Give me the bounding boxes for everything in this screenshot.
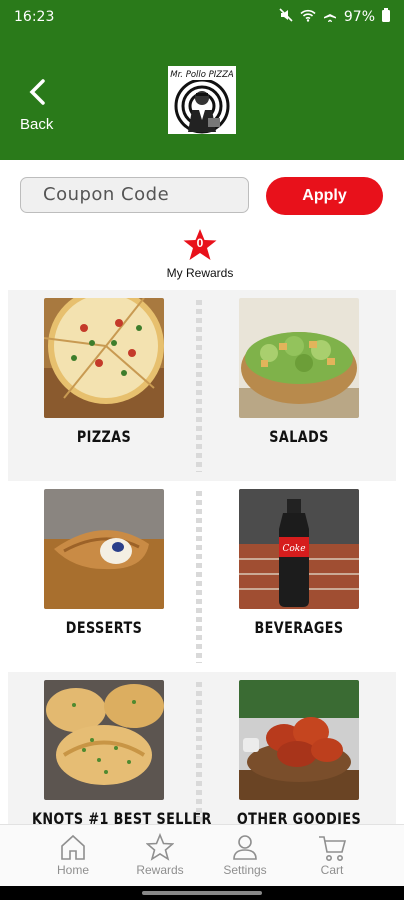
category-desserts[interactable]: DESSERTS bbox=[14, 481, 194, 637]
category-grid: PIZZAS SALADS DESSERTS Coke BEVERAGES KN… bbox=[8, 290, 396, 824]
svg-text:Coke: Coke bbox=[282, 544, 305, 554]
rewards-count: 0 bbox=[196, 236, 204, 250]
nav-settings-label: Settings bbox=[223, 863, 267, 877]
category-beverages[interactable]: Coke BEVERAGES bbox=[209, 481, 389, 637]
category-name: PIZZAS bbox=[76, 427, 132, 446]
knots-photo bbox=[44, 680, 164, 800]
mute-icon bbox=[279, 8, 293, 25]
airplane-icon bbox=[323, 8, 337, 25]
nav-settings[interactable]: Settings bbox=[205, 833, 285, 877]
status-icons: 97% bbox=[279, 8, 390, 25]
wifi-icon bbox=[300, 9, 316, 25]
status-bar: 16:23 97% bbox=[0, 0, 404, 34]
category-salads[interactable]: SALADS bbox=[209, 290, 389, 446]
category-pizzas[interactable]: PIZZAS bbox=[14, 290, 194, 446]
app-header: Back Mr. Pollo PIZZA bbox=[0, 34, 404, 160]
bottom-navigation: Home Rewards Settings Cart bbox=[0, 824, 404, 887]
category-name: KNOTS #1 BEST SELLER bbox=[32, 809, 212, 824]
column-divider bbox=[196, 682, 202, 824]
home-indicator[interactable] bbox=[142, 891, 262, 895]
category-row: DESSERTS Coke BEVERAGES bbox=[8, 481, 396, 672]
status-time: 16:23 bbox=[14, 9, 55, 25]
pizza-photo bbox=[44, 298, 164, 418]
rewards-star-icon: 0 bbox=[182, 228, 218, 262]
cart-icon bbox=[292, 833, 372, 863]
category-name: SALADS bbox=[269, 427, 329, 446]
category-row: PIZZAS SALADS bbox=[8, 290, 396, 481]
battery-icon bbox=[382, 8, 390, 25]
star-icon bbox=[120, 832, 200, 863]
nav-home-label: Home bbox=[56, 863, 89, 877]
rewards-label: My Rewards bbox=[166, 266, 234, 280]
beverage-photo: Coke bbox=[239, 489, 359, 609]
home-icon bbox=[33, 833, 113, 863]
category-row: KNOTS #1 BEST SELLER OTHER GOODIES bbox=[8, 672, 396, 824]
chevron-left-icon bbox=[20, 78, 53, 112]
apply-button[interactable]: Apply bbox=[266, 177, 383, 215]
my-rewards-button[interactable]: 0 My Rewards bbox=[150, 228, 250, 280]
battery-level: 97% bbox=[343, 8, 375, 25]
person-icon bbox=[205, 833, 285, 863]
svg-text:Mr. Pollo PIZZA: Mr. Pollo PIZZA bbox=[170, 70, 234, 80]
nav-rewards[interactable]: Rewards bbox=[120, 832, 200, 877]
column-divider bbox=[196, 300, 202, 472]
dessert-photo bbox=[44, 489, 164, 609]
brand-logo: Mr. Pollo PIZZA bbox=[168, 66, 236, 134]
category-name: DESSERTS bbox=[65, 618, 143, 637]
column-divider bbox=[196, 491, 202, 663]
category-name: OTHER GOODIES bbox=[236, 809, 362, 824]
category-knots[interactable]: KNOTS #1 BEST SELLER bbox=[14, 672, 212, 824]
system-gesture-bar bbox=[0, 886, 404, 900]
nav-rewards-label: Rewards bbox=[136, 863, 184, 877]
nav-home[interactable]: Home bbox=[33, 833, 113, 877]
back-button[interactable]: Back bbox=[20, 78, 53, 133]
nav-cart[interactable]: Cart bbox=[292, 833, 372, 877]
salad-photo bbox=[239, 298, 359, 418]
coupon-code-input[interactable]: Coupon Code bbox=[20, 177, 249, 213]
back-label: Back bbox=[20, 116, 54, 133]
wings-photo bbox=[239, 680, 359, 800]
nav-cart-label: Cart bbox=[320, 863, 344, 877]
category-name: BEVERAGES bbox=[254, 618, 344, 637]
category-other-goodies[interactable]: OTHER GOODIES bbox=[209, 672, 389, 824]
